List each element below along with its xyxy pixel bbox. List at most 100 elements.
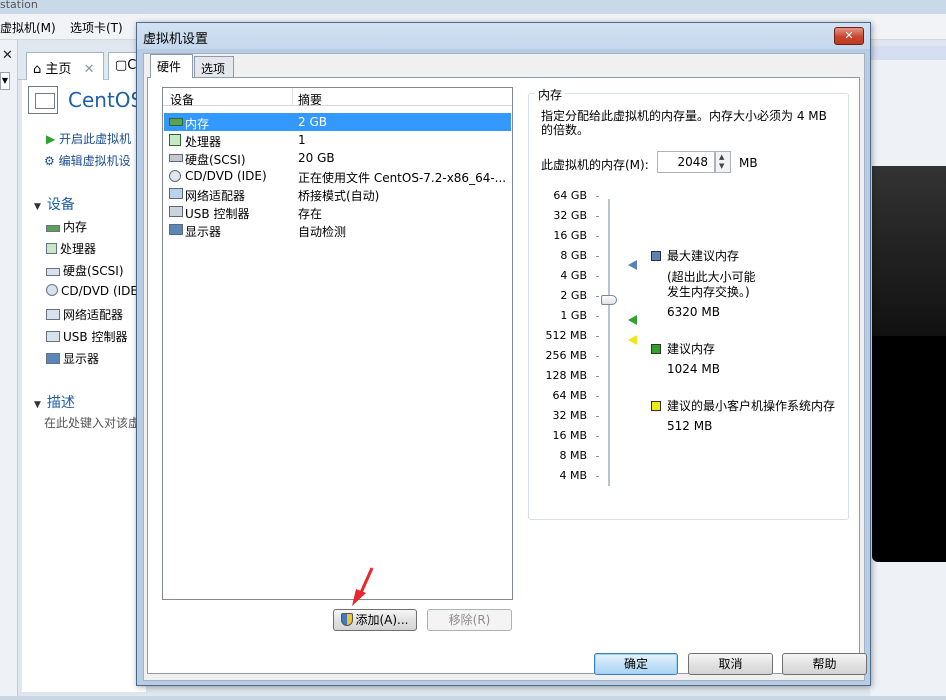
vm-summary-panel: CentOS ▶ 开启此虚拟机 ⚙ 编辑虚拟机设 ▼ 设备 内存 处理器 硬盘(S…	[22, 80, 146, 692]
memory-scale-label: 16 MB	[552, 429, 587, 442]
add-device-button[interactable]: 添加(A)...	[333, 609, 417, 631]
memory-scale-tick	[596, 376, 599, 377]
bg-device-harddisk[interactable]: 硬盘(SCSI)	[46, 262, 124, 279]
help-button[interactable]: 帮助	[782, 653, 867, 675]
min-recommended-marker-icon	[628, 335, 637, 345]
memory-scale-tick	[596, 276, 599, 277]
max-recommended-note-1: (超出此大小可能	[667, 270, 756, 284]
memory-scale-tick	[596, 356, 599, 357]
memory-scale-tick	[596, 236, 599, 237]
memory-scale-label: 4 MB	[559, 469, 587, 482]
memory-scale-label: 4 GB	[560, 269, 587, 282]
settings-icon: ⚙	[44, 154, 55, 168]
memory-scale-tick	[596, 336, 599, 337]
uac-shield-icon	[341, 613, 354, 626]
bg-device-network[interactable]: 网络适配器	[46, 306, 123, 323]
memory-group: 内存 指定分配给此虚拟机的内存量。内存大小必须为 4 MB 的倍数。 此虚拟机的…	[528, 86, 849, 520]
description-section[interactable]: ▼ 描述	[34, 392, 75, 412]
device-summary: 1	[298, 133, 306, 147]
memory-slider-thumb[interactable]	[601, 295, 617, 305]
device-row-usb[interactable]: USB 控制器 存在	[164, 203, 511, 221]
library-dropdown[interactable]: ▼	[0, 72, 10, 90]
device-summary: 20 GB	[298, 151, 335, 165]
memory-scale-tick	[596, 256, 599, 257]
hard-disk-icon	[169, 154, 183, 162]
column-separator[interactable]	[292, 88, 293, 106]
max-recommended-title: 最大建议内存	[667, 249, 740, 263]
devices-section[interactable]: ▼ 设备	[34, 194, 75, 214]
dialog-body: 硬件 选项 设备 摘要 内存 2 GB 处理器 1 硬盘(SCSI) 20 GB…	[143, 53, 867, 681]
tab-home-label: 主页	[45, 62, 72, 77]
memory-scale-label: 64 GB	[553, 189, 587, 202]
memory-scale-label: 32 MB	[552, 409, 587, 422]
memory-description: 指定分配给此虚拟机的内存量。内存大小必须为 4 MB 的倍数。	[541, 109, 827, 137]
memory-scale-tick	[596, 476, 599, 477]
bg-device-processor[interactable]: 处理器	[46, 240, 96, 257]
home-icon: ⌂	[33, 62, 42, 77]
device-name: 显示器	[185, 225, 222, 239]
bg-device-usb[interactable]: USB 控制器	[46, 328, 127, 345]
power-on-link[interactable]: ▶ 开启此虚拟机	[46, 130, 131, 147]
device-list[interactable]: 设备 摘要 内存 2 GB 处理器 1 硬盘(SCSI) 20 GB CD/DV…	[162, 87, 513, 600]
memory-icon	[169, 118, 183, 126]
edit-settings-link[interactable]: ⚙ 编辑虚拟机设	[44, 152, 131, 169]
spin-up-icon[interactable]: ▲	[719, 153, 724, 161]
device-row-cddvd[interactable]: CD/DVD (IDE) 正在使用文件 CentOS-7.2-x86_64-..…	[164, 167, 511, 185]
column-summary[interactable]: 摘要	[298, 91, 322, 108]
status-bar	[0, 696, 946, 700]
device-row-harddisk[interactable]: 硬盘(SCSI) 20 GB	[164, 149, 511, 167]
bg-device-display[interactable]: 显示器	[46, 350, 99, 367]
memory-scale-label: 128 MB	[545, 369, 587, 382]
device-row-processor[interactable]: 处理器 1	[164, 131, 511, 149]
memory-scale-label: 2 GB	[560, 289, 587, 302]
device-row-memory[interactable]: 内存 2 GB	[164, 113, 511, 131]
memory-scale-tick	[596, 296, 599, 297]
description-placeholder[interactable]: 在此处键入对该虚	[44, 414, 140, 431]
network-adapter-icon	[169, 188, 183, 199]
vm-tab-icon: ▢	[115, 58, 128, 73]
device-name: 处理器	[185, 135, 222, 149]
memory-scale-label: 16 GB	[553, 229, 587, 242]
menu-vm[interactable]: 虚拟机(M)	[0, 19, 56, 36]
memory-scale-tick	[596, 316, 599, 317]
tab-home[interactable]: ⌂ 主页 ✕	[26, 52, 104, 80]
play-icon: ▶	[46, 132, 56, 146]
dialog-close-button[interactable]: ✕	[834, 27, 864, 45]
tab-close-icon[interactable]: ✕	[84, 62, 95, 77]
hardware-panel: 设备 摘要 内存 2 GB 处理器 1 硬盘(SCSI) 20 GB CD/DV…	[147, 77, 860, 674]
device-name: CD/DVD (IDE)	[185, 169, 267, 183]
tab-hardware[interactable]: 硬件	[150, 54, 193, 78]
cd-dvd-icon	[169, 170, 181, 182]
memory-scale-label: 64 MB	[552, 389, 587, 402]
network-adapter-icon	[46, 309, 60, 320]
vm-screen-preview[interactable]	[872, 166, 946, 562]
max-recommended-note-2: 发生内存交换。)	[667, 285, 750, 299]
recommended-title: 建议内存	[667, 342, 716, 356]
memory-input[interactable]: 2048	[657, 151, 715, 173]
device-name: 内存	[185, 117, 210, 131]
bg-device-memory[interactable]: 内存	[46, 218, 87, 235]
collapse-icon: ▼	[34, 400, 41, 410]
bg-device-cddvd[interactable]: CD/DVD (IDE	[46, 284, 138, 298]
max-recommended-legend-icon	[651, 251, 661, 261]
library-close-icon[interactable]: ✕	[2, 48, 13, 63]
memory-slider-track[interactable]	[608, 199, 610, 486]
menu-tabs[interactable]: 选项卡(T)	[70, 19, 123, 36]
display-icon	[169, 224, 183, 235]
column-device[interactable]: 设备	[170, 91, 194, 108]
device-row-display[interactable]: 显示器 自动检测	[164, 221, 511, 239]
device-summary: 自动检测	[298, 225, 347, 239]
memory-scale-tick	[596, 396, 599, 397]
memory-scale-label: 8 GB	[560, 249, 587, 262]
memory-scale-label: 512 MB	[545, 329, 587, 342]
tab-options[interactable]: 选项	[194, 56, 234, 78]
device-row-network[interactable]: 网络适配器 桥接模式(自动)	[164, 185, 511, 203]
cancel-button[interactable]: 取消	[688, 653, 773, 675]
display-icon	[46, 353, 60, 364]
memory-spinner[interactable]: ▲ ▼	[715, 151, 731, 173]
max-recommended-value: 6320 MB	[667, 305, 720, 319]
remove-device-button[interactable]: 移除(R)	[427, 609, 512, 631]
ok-button[interactable]: 确定	[594, 653, 678, 675]
memory-group-title: 内存	[535, 86, 566, 103]
spin-down-icon[interactable]: ▼	[719, 162, 724, 170]
